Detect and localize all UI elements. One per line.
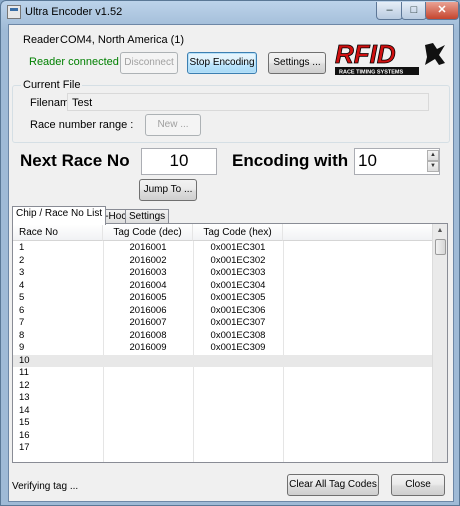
race-no-cell: 8 (19, 329, 25, 341)
table-row[interactable]: 2 2016002 0x001EC302 (13, 255, 437, 268)
table-row[interactable]: 4 2016004 0x001EC304 (13, 280, 437, 293)
race-no-cell: 7 (19, 317, 25, 328)
race-no-cell: 12 (19, 379, 30, 391)
reader-group-label: Reader (23, 34, 60, 46)
scroll-up-arrow-icon[interactable]: ▲ (433, 224, 447, 238)
table-row[interactable]: 17 (13, 442, 437, 455)
race-no-cell: 10 (19, 354, 30, 366)
race-no-cell: 5 (19, 292, 25, 303)
table-row[interactable]: 9 2016009 0x001EC309 (13, 342, 437, 355)
race-no-cell: 1 (19, 242, 25, 253)
table-row[interactable]: 3 2016003 0x001EC303 (13, 267, 437, 280)
race-list-grid[interactable]: Race No Tag Code (dec) Tag Code (hex) 12… (12, 223, 448, 463)
table-row[interactable]: 1 2016001 0x001EC301 (13, 242, 437, 255)
svg-text:RFID: RFID (335, 39, 396, 69)
table-row[interactable]: 10 (13, 354, 437, 367)
tag-dec-cell: 2016003 (129, 267, 167, 278)
status-text: Verifying tag ... (12, 481, 79, 492)
column-header-tag-dec[interactable]: Tag Code (dec) (103, 224, 193, 241)
new-range-button[interactable]: New ... (145, 114, 201, 136)
minimize-button[interactable]: – (376, 2, 403, 20)
rfid-logo: RFID RACE TIMING SYSTEMS (335, 39, 445, 76)
svg-text:RACE TIMING SYSTEMS: RACE TIMING SYSTEMS (339, 70, 404, 76)
table-row[interactable]: 14 (13, 405, 437, 418)
title-bar[interactable]: Ultra Encoder v1.52 – □ ✕ (1, 1, 459, 23)
grid-scrollbar[interactable]: ▲ (432, 224, 447, 462)
race-no-cell: 13 (19, 392, 30, 403)
app-icon (7, 5, 21, 19)
tag-hex-cell: 0x001EC309 (210, 342, 266, 353)
tag-dec-cell: 2016001 (129, 242, 167, 253)
tag-dec-cell: 2016008 (129, 329, 167, 341)
scroll-thumb[interactable] (435, 239, 446, 255)
next-race-label: Next Race No (20, 151, 130, 170)
race-no-cell: 3 (19, 267, 25, 278)
column-header-race-no[interactable]: Race No (13, 224, 103, 241)
tag-dec-cell: 2016002 (129, 254, 167, 266)
maximize-button[interactable]: □ (401, 2, 427, 20)
race-no-cell: 14 (19, 404, 30, 416)
spin-down-button[interactable]: ▼ (427, 161, 439, 172)
race-no-cell: 6 (19, 304, 25, 316)
table-row[interactable]: 15 (13, 417, 437, 430)
table-row[interactable]: 13 (13, 392, 437, 405)
tag-hex-cell: 0x001EC306 (210, 304, 266, 316)
race-no-cell: 16 (19, 429, 30, 441)
table-row[interactable]: 12 (13, 380, 437, 393)
table-row[interactable]: 8 2016008 0x001EC308 (13, 330, 437, 343)
race-no-cell: 4 (19, 279, 25, 291)
current-file-group-label: Current File (21, 79, 83, 91)
race-range-label: Race number range : (30, 119, 134, 131)
tag-hex-cell: 0x001EC304 (210, 279, 266, 291)
jump-to-button[interactable]: Jump To ... (139, 179, 197, 201)
race-no-cell: 9 (19, 342, 25, 353)
table-row[interactable]: 16 (13, 430, 437, 443)
tag-dec-cell: 2016009 (129, 342, 167, 353)
reader-settings-button[interactable]: Settings ... (268, 52, 326, 74)
race-no-cell: 17 (19, 442, 30, 453)
spin-up-button[interactable]: ▲ (427, 150, 439, 161)
close-button[interactable]: Close (391, 474, 445, 496)
race-no-cell: 11 (19, 367, 29, 378)
tag-hex-cell: 0x001EC305 (210, 292, 266, 303)
tab-settings[interactable]: Settings (125, 209, 170, 224)
table-row[interactable]: 6 2016006 0x001EC306 (13, 305, 437, 318)
tag-hex-cell: 0x001EC307 (210, 317, 266, 328)
tag-hex-cell: 0x001EC301 (210, 242, 266, 253)
tag-hex-cell: 0x001EC303 (210, 267, 266, 278)
reader-port: COM4, North America (1) (60, 34, 185, 46)
table-row[interactable]: 7 2016007 0x001EC307 (13, 317, 437, 330)
tag-dec-cell: 2016007 (129, 317, 167, 328)
next-race-field[interactable]: 10 (141, 148, 217, 175)
client-area: Reader COM4, North America (1) Reader co… (8, 24, 454, 502)
race-no-cell: 15 (19, 417, 30, 428)
tag-dec-cell: 2016006 (129, 304, 167, 316)
column-header-tag-hex[interactable]: Tag Code (hex) (193, 224, 283, 241)
tab-chip-race-list[interactable]: Chip / Race No List (12, 206, 107, 225)
race-no-cell: 2 (19, 254, 25, 266)
reader-status: Reader connected (29, 56, 119, 68)
app-window: Ultra Encoder v1.52 – □ ✕ Reader COM4, N… (0, 0, 460, 506)
tag-dec-cell: 2016004 (129, 279, 167, 291)
table-row[interactable]: 11 (13, 367, 437, 380)
tag-hex-cell: 0x001EC308 (210, 329, 266, 341)
filename-field: Test (67, 93, 429, 111)
disconnect-button[interactable]: Disconnect (120, 52, 178, 74)
stop-encoding-button[interactable]: Stop Encoding (187, 52, 257, 74)
clear-all-tag-codes-button[interactable]: Clear All Tag Codes (287, 474, 379, 496)
window-title: Ultra Encoder v1.52 (25, 6, 123, 18)
encoding-with-label: Encoding with (232, 151, 349, 170)
tag-hex-cell: 0x001EC302 (210, 254, 266, 266)
tag-dec-cell: 2016005 (129, 292, 167, 303)
close-window-button[interactable]: ✕ (425, 2, 459, 20)
column-header-filler (283, 224, 437, 241)
table-row[interactable]: 5 2016005 0x001EC305 (13, 292, 437, 305)
